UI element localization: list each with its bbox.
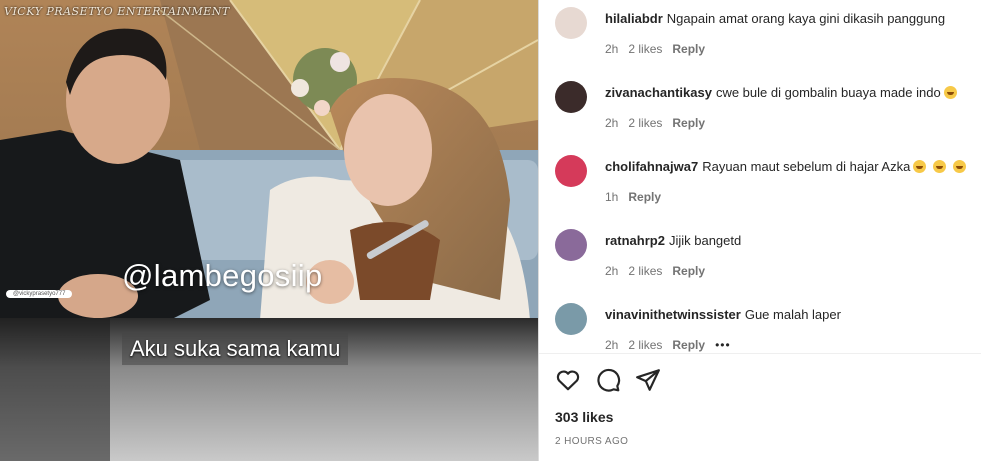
comment-item: cholifahnajwa7 Rayuan maut sebelum di haj…	[539, 148, 981, 222]
comment-username[interactable]: ratnahrp2	[605, 233, 665, 248]
section-divider	[539, 353, 981, 354]
avatar[interactable]	[555, 155, 587, 187]
comment-username[interactable]: cholifahnajwa7	[605, 159, 698, 174]
comment-likes[interactable]: 2 likes	[628, 42, 662, 56]
comment-time: 2h	[605, 116, 619, 130]
comment-item: hilaliabdr Ngapain amat orang kaya gini d…	[539, 0, 981, 74]
share-icon[interactable]	[635, 367, 661, 393]
avatar[interactable]	[555, 229, 587, 261]
comment-time: 1h	[605, 190, 619, 204]
comment-item: vinavinithetwinssister Gue malah laper 2h…	[539, 296, 981, 353]
comment-text: zivanachantikasy cwe bule di gombalin bua…	[605, 84, 957, 102]
emoji-icon	[913, 160, 927, 173]
comment-meta: 1h Reply	[605, 190, 671, 204]
comment-body: Gue malah laper	[744, 307, 841, 322]
comments-list[interactable]: hilaliabdr Ngapain amat orang kaya gini d…	[539, 0, 981, 353]
comment-likes[interactable]: 2 likes	[628, 338, 662, 352]
comment-item: ratnahrp2 Jijik bangetd 2h 2 likes Reply	[539, 222, 981, 296]
comment-text: ratnahrp2 Jijik bangetd	[605, 232, 741, 250]
reply-button[interactable]: Reply	[672, 42, 705, 56]
comment-username[interactable]: hilaliabdr	[605, 11, 663, 26]
avatar[interactable]	[555, 81, 587, 113]
comment-text: vinavinithetwinssister Gue malah laper	[605, 306, 841, 324]
watermark-text: VICKY PRASETYO ENTERTAINMENT	[4, 5, 230, 18]
comment-body: Rayuan maut sebelum di hajar Azka	[702, 159, 911, 174]
video-frame	[0, 0, 538, 461]
comment-likes[interactable]: 2 likes	[628, 116, 662, 130]
heart-icon[interactable]	[555, 367, 581, 393]
comment-username[interactable]: zivanachantikasy	[605, 85, 712, 100]
comment-likes[interactable]: 2 likes	[628, 264, 662, 278]
comment-username[interactable]: vinavinithetwinssister	[605, 307, 741, 322]
comment-body: cwe bule di gombalin buaya made indo	[715, 85, 941, 100]
comment-meta: 2h 2 likes Reply	[605, 116, 715, 130]
likes-count[interactable]: 303 likes	[555, 409, 613, 425]
avatar[interactable]	[555, 303, 587, 335]
emoji-icon	[932, 160, 946, 173]
reply-button[interactable]: Reply	[672, 264, 705, 278]
reply-button[interactable]: Reply	[672, 338, 705, 352]
comment-meta: 2h 2 likes Reply	[605, 264, 715, 278]
emoji-icon	[952, 160, 966, 173]
post-timestamp[interactable]: 2 HOURS AGO	[555, 436, 628, 447]
reply-button[interactable]: Reply	[672, 116, 705, 130]
comment-time: 2h	[605, 338, 619, 352]
emoji-icon	[943, 86, 957, 99]
reply-button[interactable]: Reply	[628, 190, 661, 204]
comment-time: 2h	[605, 42, 619, 56]
post-media[interactable]: VICKY PRASETYO ENTERTAINMENT @vickyprase…	[0, 0, 538, 461]
comment-icon[interactable]	[595, 367, 621, 393]
video-handle-overlay: @lambegosiip	[122, 258, 323, 293]
more-options-icon[interactable]: •••	[715, 338, 731, 352]
comment-meta: 2h 2 likes Reply	[605, 42, 715, 56]
comment-text: cholifahnajwa7 Rayuan maut sebelum di haj…	[605, 158, 966, 176]
comment-body: Ngapain amat orang kaya gini dikasih pan…	[666, 11, 946, 26]
comment-text: hilaliabdr Ngapain amat orang kaya gini d…	[605, 10, 945, 28]
comment-time: 2h	[605, 264, 619, 278]
comment-item: zivanachantikasy cwe bule di gombalin bua…	[539, 74, 981, 148]
watermark-tag: @vickyprasetyo777	[6, 290, 73, 298]
video-caption: Aku suka sama kamu	[122, 333, 349, 365]
avatar[interactable]	[555, 7, 587, 39]
comment-meta: 2h 2 likes Reply •••	[605, 338, 741, 352]
comment-body: Jijik bangetd	[668, 233, 742, 248]
